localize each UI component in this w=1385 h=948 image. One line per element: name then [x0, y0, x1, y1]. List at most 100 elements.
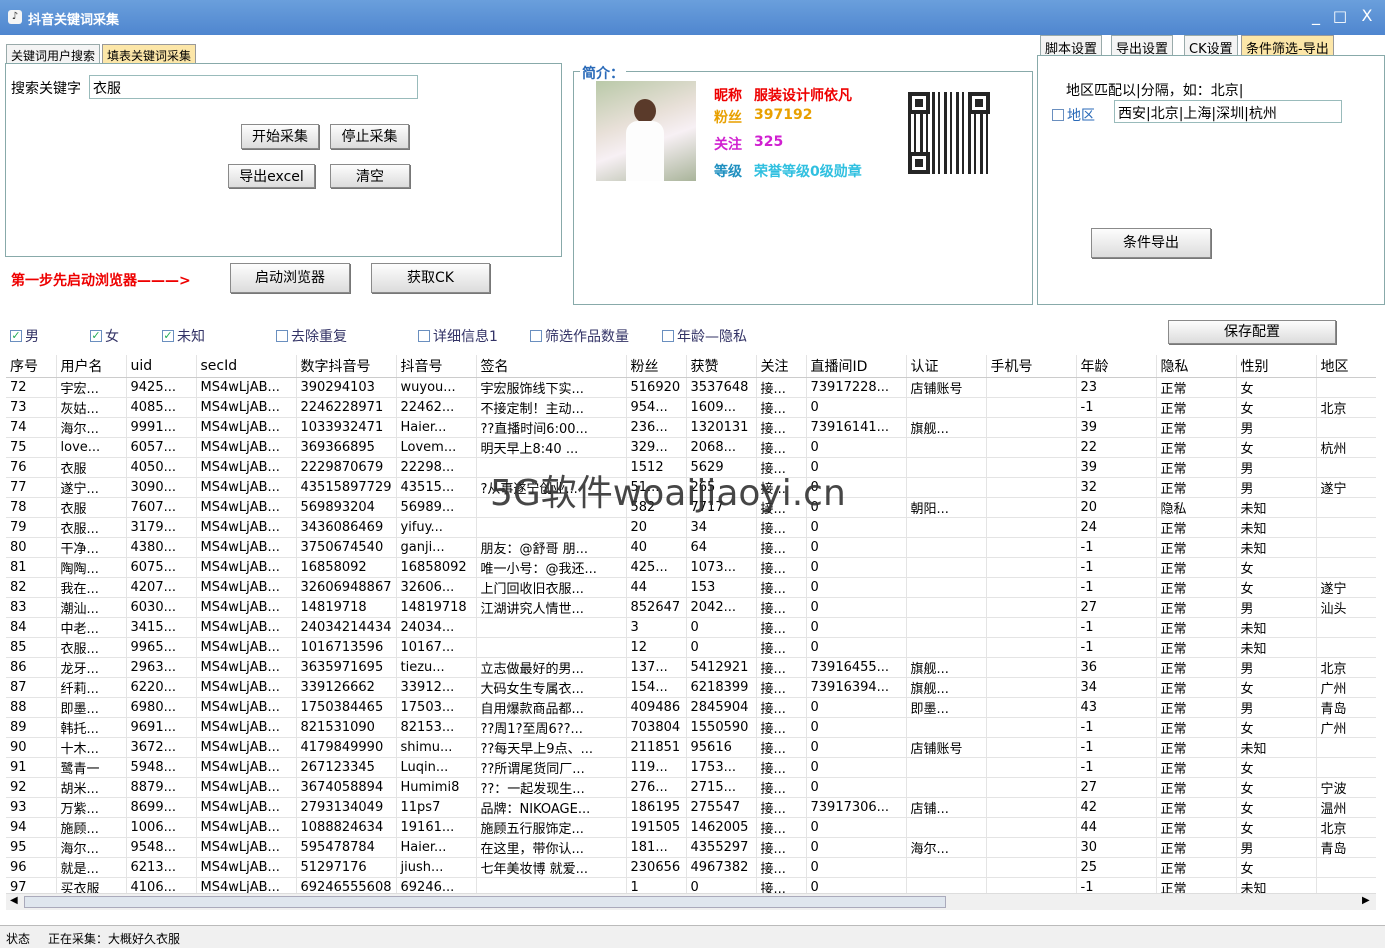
step-hint-text: 第一步先启动浏览器———>	[11, 273, 191, 289]
table-cell: 2246228971	[296, 397, 397, 418]
table-cell: 0	[806, 397, 907, 418]
table-row[interactable]: 80 干净... 4380... MS4wLjAB... 3750674540 ganji…	[6, 537, 1376, 558]
column-header[interactable]: 粉丝	[626, 355, 687, 378]
table-row[interactable]: 95 海尔... 9548... MS4wLjAB... 595478784 Haier.…	[6, 837, 1376, 858]
table-cell: 正常	[1156, 777, 1237, 798]
table-cell: Lovem...	[396, 437, 477, 458]
filter-checkbox-3[interactable]: 去除重复	[276, 326, 347, 346]
export-excel-button[interactable]: 导出excel	[228, 164, 315, 188]
scroll-right-icon[interactable]: ▶	[1362, 895, 1370, 906]
scrollbar-thumb[interactable]	[24, 896, 946, 908]
table-cell: 即墨...	[906, 697, 987, 718]
column-header[interactable]: 手机号	[986, 355, 1077, 378]
region-input[interactable]: 西安|北京|上海|深圳|杭州	[1114, 100, 1342, 123]
table-cell: 191505	[626, 817, 687, 838]
launch-browser-button[interactable]: 启动浏览器	[230, 263, 350, 293]
column-header[interactable]: 获赞	[686, 355, 757, 378]
column-header[interactable]: 年龄	[1076, 355, 1157, 378]
table-cell: 北京	[1316, 817, 1376, 838]
column-header[interactable]: 直播间ID	[806, 355, 907, 378]
close-button[interactable]: X	[1356, 6, 1378, 26]
scroll-left-icon[interactable]: ◀	[10, 895, 18, 906]
filter-checkbox-6[interactable]: 年龄—隐私	[662, 326, 747, 346]
table-row[interactable]: 74 海尔... 9991... MS4wLjAB... 1033932471 Haier…	[6, 417, 1376, 438]
tab-keyword-user-search[interactable]: 关键词用户搜索	[6, 44, 101, 64]
table-cell: MS4wLjAB...	[196, 377, 297, 398]
table-cell: 2845904	[686, 697, 757, 718]
table-row[interactable]: 86 龙牙... 2963... MS4wLjAB... 3635971695 tiezu…	[6, 657, 1376, 678]
table-row[interactable]: 85 衣服... 9965... MS4wLjAB... 1016713596 10167…	[6, 637, 1376, 658]
table-cell: 2042...	[686, 597, 757, 618]
table-row[interactable]: 81 陶陶... 6075... MS4wLjAB... 16858092 1685809…	[6, 557, 1376, 578]
column-header[interactable]: 数字抖音号	[296, 355, 397, 378]
get-ck-button[interactable]: 获取CK	[371, 263, 490, 293]
table-cell: 44	[626, 577, 687, 598]
horizontal-scrollbar[interactable]: ◀ ▶	[6, 893, 1376, 910]
table-row[interactable]: 73 灰姑... 4085... MS4wLjAB... 2246228971 22462…	[6, 397, 1376, 418]
tab-script-settings[interactable]: 脚本设置	[1040, 35, 1103, 57]
table-row[interactable]: 75 love... 6057... MS4wLjAB... 369366895 Love…	[6, 437, 1376, 458]
table-row[interactable]: 87 纤莉... 6220... MS4wLjAB... 339126662 33912.…	[6, 677, 1376, 698]
clear-button[interactable]: 清空	[330, 164, 410, 188]
filter-export-button[interactable]: 条件导出	[1091, 228, 1211, 258]
tab-fill-keyword-collect[interactable]: 填表关键词采集	[102, 44, 197, 64]
column-header[interactable]: 序号	[6, 355, 57, 378]
filter-checkbox-1[interactable]: ✓ 女	[90, 326, 119, 346]
title-bar: ♪ 抖音关键词采集 _ □ X	[0, 0, 1385, 35]
table-cell: 接...	[756, 417, 807, 438]
table-cell: 32	[1076, 477, 1157, 498]
table-row[interactable]: 91 鹭青一 5948... MS4wLjAB... 267123345 Luqin...…	[6, 757, 1376, 778]
table-row[interactable]: 83 潮汕... 6030... MS4wLjAB... 14819718 1481971…	[6, 597, 1376, 618]
table-cell: 1753...	[686, 757, 757, 778]
table-row[interactable]: 93 万紫... 8699... MS4wLjAB... 2793134049 11ps7…	[6, 797, 1376, 818]
table-row[interactable]: 88 即墨... 6980... MS4wLjAB... 1750384465 17503…	[6, 697, 1376, 718]
table-cell: 1033932471	[296, 417, 397, 438]
filter-checkbox-4[interactable]: 详细信息1	[418, 326, 498, 346]
table-cell: 接...	[756, 557, 807, 578]
minimize-button[interactable]: _	[1305, 6, 1327, 26]
column-header[interactable]: 地区	[1316, 355, 1376, 378]
search-keyword-input[interactable]: 衣服	[89, 75, 418, 99]
start-collect-button[interactable]: 开始采集	[241, 124, 319, 149]
table-cell	[986, 617, 1077, 638]
filter-checkbox-0[interactable]: ✓ 男	[10, 326, 39, 346]
column-header[interactable]: secId	[196, 355, 297, 378]
column-header[interactable]: 认证	[906, 355, 987, 378]
tab-export-settings[interactable]: 导出设置	[1111, 35, 1174, 57]
column-header[interactable]: 用户名	[56, 355, 127, 378]
tab-ck-settings[interactable]: CK设置	[1184, 35, 1238, 57]
table-row[interactable]: 92 胡米... 8879... MS4wLjAB... 3674058894 Humim…	[6, 777, 1376, 798]
table-cell: 正常	[1156, 757, 1237, 778]
stop-collect-button[interactable]: 停止采集	[330, 124, 409, 149]
table-cell: -1	[1076, 877, 1157, 893]
maximize-button[interactable]: □	[1329, 6, 1351, 26]
column-header[interactable]: 隐私	[1156, 355, 1237, 378]
table-cell	[906, 717, 987, 738]
column-header[interactable]: 关注	[756, 355, 807, 378]
table-row[interactable]: 79 衣服... 3179... MS4wLjAB... 3436086469 yifuy…	[6, 517, 1376, 538]
table-row[interactable]: 89 韩托... 9691... MS4wLjAB... 821531090 82153.…	[6, 717, 1376, 738]
table-row[interactable]: 96 就是... 6213... MS4wLjAB... 51297176 jiush..…	[6, 857, 1376, 878]
filter-checkbox-2[interactable]: ✓ 未知	[162, 326, 205, 346]
table-row[interactable]: 84 中老... 3415... MS4wLjAB... 24034214434 2403…	[6, 617, 1376, 638]
column-header[interactable]: 抖音号	[396, 355, 477, 378]
table-cell	[986, 777, 1077, 798]
table-row[interactable]: 82 我在... 4207... MS4wLjAB... 32606948867 3260…	[6, 577, 1376, 598]
table-row[interactable]: 94 施顾... 1006... MS4wLjAB... 1088824634 19161…	[6, 817, 1376, 838]
table-cell: 22	[1076, 437, 1157, 458]
table-row[interactable]: 90 十木... 3672... MS4wLjAB... 4179849990 shimu…	[6, 737, 1376, 758]
table-cell: 64	[686, 537, 757, 558]
table-row[interactable]: 72 宇宏... 9425... MS4wLjAB... 390294103 wuyou.…	[6, 377, 1376, 398]
column-header[interactable]: 性别	[1236, 355, 1317, 378]
table-cell	[1316, 457, 1376, 478]
column-header[interactable]: uid	[126, 355, 197, 378]
save-config-button[interactable]: 保存配置	[1168, 320, 1336, 344]
tab-filter-export[interactable]: 条件筛选-导出	[1241, 35, 1334, 57]
region-checkbox[interactable]: 地区	[1052, 105, 1095, 125]
table-cell: 遂宁...	[56, 477, 127, 498]
filter-checkbox-5[interactable]: 筛选作品数量	[530, 326, 629, 346]
table-row[interactable]: 97 买衣服 4106... MS4wLjAB... 69246555608 69246.…	[6, 877, 1376, 893]
table-cell: 390294103	[296, 377, 397, 398]
column-header[interactable]: 签名	[476, 355, 627, 378]
table-cell: 0	[806, 597, 907, 618]
